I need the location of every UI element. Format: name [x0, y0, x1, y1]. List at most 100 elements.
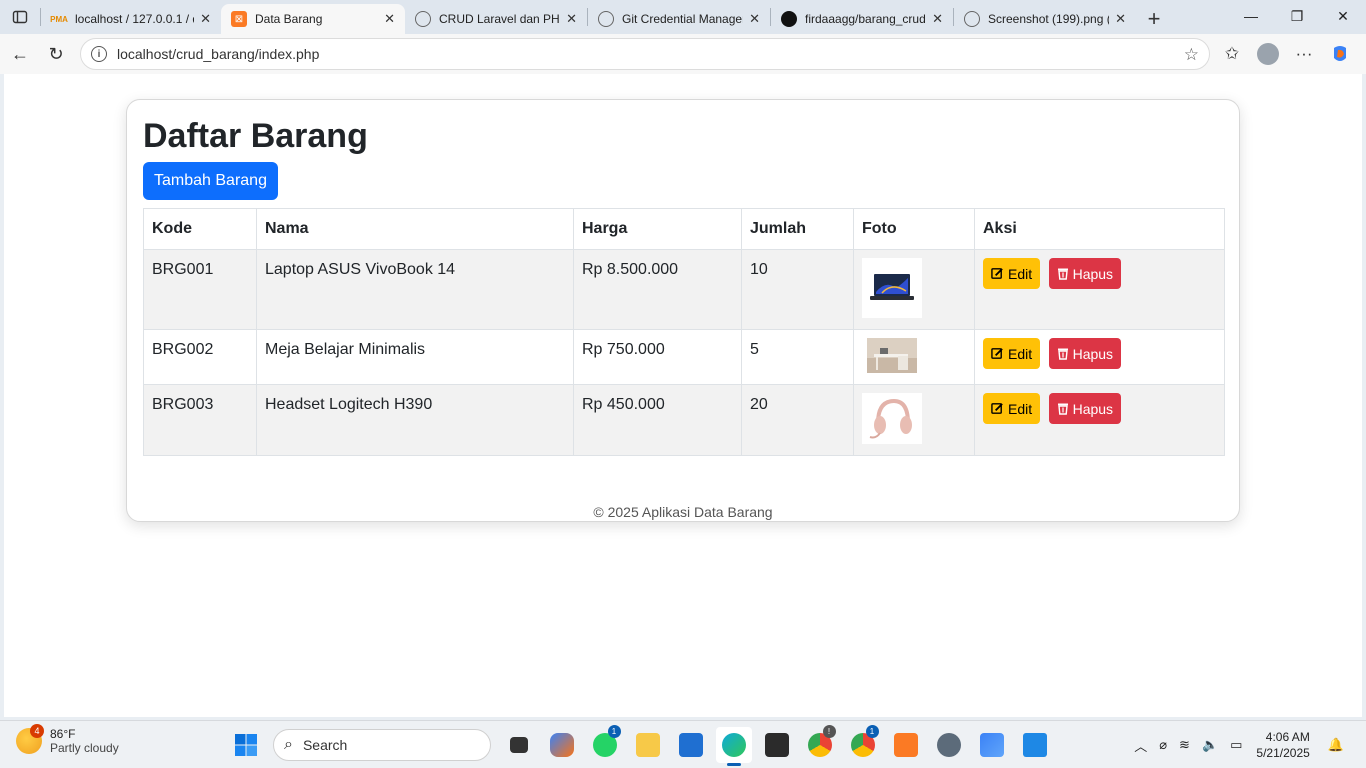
- clock-time: 4:06 AM: [1265, 730, 1310, 744]
- column-header-kode: Kode: [143, 208, 257, 250]
- volume-icon[interactable]: 🔈: [1202, 737, 1218, 753]
- content-card: Daftar Barang Tambah Barang Kode Nama Ha…: [126, 99, 1240, 522]
- globe-icon: [415, 11, 431, 27]
- delete-button[interactable]: Hapus: [1048, 338, 1122, 369]
- cell-harga: Rp 750.000: [573, 329, 742, 385]
- close-window-icon[interactable]: ✕: [1320, 0, 1366, 32]
- cell-nama: Meja Belajar Minimalis: [256, 329, 574, 385]
- tab-data-barang[interactable]: ⊠ Data Barang ✕: [221, 4, 405, 34]
- vscode-icon[interactable]: [1017, 727, 1053, 763]
- tab-actions-icon[interactable]: [0, 0, 40, 34]
- tab-title: CRUD Laravel dan PHP: [439, 12, 561, 26]
- github-icon: [781, 11, 797, 27]
- cell-harga: Rp 450.000: [573, 384, 742, 456]
- tab-github[interactable]: firdaaagg/barang_crud ✕: [771, 4, 953, 34]
- copilot-app-icon[interactable]: [544, 727, 580, 763]
- toolbar-right: ✩ ···: [1214, 38, 1358, 70]
- chrome-icon[interactable]: !: [802, 725, 838, 763]
- close-icon[interactable]: ✕: [200, 11, 211, 27]
- cell-jumlah: 5: [741, 329, 854, 385]
- close-icon[interactable]: ✕: [932, 11, 943, 27]
- cell-foto: [853, 329, 975, 385]
- microsoft-store-icon[interactable]: [673, 727, 709, 763]
- back-icon[interactable]: ←: [2, 36, 38, 72]
- profile-avatar[interactable]: [1257, 43, 1279, 65]
- close-icon[interactable]: ✕: [384, 11, 395, 27]
- edit-button[interactable]: Edit: [983, 258, 1041, 289]
- globe-icon: [964, 11, 980, 27]
- trash-icon: [1057, 268, 1068, 280]
- copilot-icon[interactable]: [1322, 44, 1358, 64]
- new-tab-button[interactable]: +: [1136, 4, 1172, 34]
- photos-icon[interactable]: [974, 727, 1010, 763]
- delete-label: Hapus: [1072, 265, 1114, 282]
- system-tray: ︿ ⌀ ≋ 🔈 ▭ 4:06 AM 5/21/2025 🔔: [1128, 727, 1350, 763]
- task-view-icon[interactable]: [501, 727, 537, 763]
- settings-icon[interactable]: [931, 727, 967, 763]
- close-icon[interactable]: ✕: [566, 11, 577, 27]
- network-off-icon[interactable]: ⌀: [1159, 737, 1167, 753]
- close-icon[interactable]: ✕: [749, 11, 760, 27]
- edit-button[interactable]: Edit: [983, 393, 1041, 424]
- web-page: Daftar Barang Tambah Barang Kode Nama Ha…: [4, 74, 1362, 717]
- column-header-aksi: Aksi: [974, 208, 1225, 250]
- edge-browser-icon[interactable]: [715, 727, 752, 766]
- minimize-icon[interactable]: —: [1228, 0, 1274, 32]
- edit-icon: [991, 348, 1003, 359]
- column-header-harga: Harga: [573, 208, 742, 250]
- search-placeholder: Search: [302, 737, 348, 753]
- delete-label: Hapus: [1072, 400, 1114, 417]
- wifi-icon[interactable]: ≋: [1179, 737, 1190, 753]
- taskbar-search-input[interactable]: ⌕ Search: [273, 729, 491, 761]
- edit-label: Edit: [1008, 345, 1033, 362]
- chrome-badge: !: [822, 725, 836, 738]
- close-icon[interactable]: ✕: [1115, 11, 1126, 27]
- desk-photo: [862, 338, 922, 373]
- whatsapp-icon[interactable]: 1: [587, 725, 623, 763]
- delete-button[interactable]: Hapus: [1048, 258, 1122, 289]
- tab-title: Git Credential Manager: [622, 12, 744, 26]
- column-header-jumlah: Jumlah: [741, 208, 854, 250]
- start-icon[interactable]: [228, 727, 264, 763]
- edit-button[interactable]: Edit: [983, 338, 1041, 369]
- favorites-icon[interactable]: ✩: [1214, 44, 1250, 64]
- page-title: Daftar Barang: [143, 117, 368, 155]
- terminal-icon[interactable]: [759, 727, 795, 763]
- weather-widget[interactable]: 4 86°F Partly cloudy: [16, 724, 119, 755]
- edit-icon: [991, 268, 1003, 279]
- chrome-profile-badge: 1: [865, 725, 879, 738]
- chevron-up-icon[interactable]: ︿: [1134, 736, 1147, 755]
- cell-aksi: Edit Hapus: [974, 329, 1225, 385]
- file-explorer-icon[interactable]: [630, 727, 666, 763]
- refresh-icon[interactable]: ↻: [38, 36, 74, 72]
- xampp-app-icon[interactable]: [888, 727, 924, 763]
- address-bar[interactable]: i localhost/crud_barang/index.php ☆: [80, 38, 1210, 70]
- cell-aksi: Edit Hapus: [974, 249, 1225, 330]
- cell-kode: BRG003: [143, 384, 257, 456]
- xampp-icon: ⊠: [231, 11, 247, 27]
- tab-title: Data Barang: [255, 12, 323, 26]
- tab-phpmyadmin[interactable]: PMA localhost / 127.0.0.1 / d ✕: [41, 4, 221, 34]
- clock[interactable]: 4:06 AM 5/21/2025: [1256, 729, 1309, 761]
- cell-harga: Rp 8.500.000: [573, 249, 742, 330]
- site-info-icon[interactable]: i: [91, 46, 107, 62]
- cell-kode: BRG002: [143, 329, 257, 385]
- tab-screenshot[interactable]: Screenshot (199).png ( ✕: [954, 4, 1136, 34]
- restore-icon[interactable]: ❐: [1274, 0, 1320, 32]
- favorite-star-icon[interactable]: ☆: [1184, 45, 1199, 65]
- notification-bell-icon[interactable]: 🔔: [1328, 737, 1344, 753]
- tab-title: localhost / 127.0.0.1 / d: [75, 12, 195, 26]
- table-header-row: Kode Nama Harga Jumlah Foto Aksi: [143, 208, 1225, 250]
- chrome-profile-icon[interactable]: 1: [845, 725, 881, 763]
- delete-button[interactable]: Hapus: [1048, 393, 1122, 424]
- tab-crud-laravel[interactable]: CRUD Laravel dan PHP ✕: [405, 4, 587, 34]
- trash-icon: [1057, 348, 1068, 360]
- weather-desc: Partly cloudy: [50, 741, 119, 755]
- tab-title: firdaaagg/barang_crud: [805, 12, 926, 26]
- more-menu-icon[interactable]: ···: [1286, 44, 1322, 64]
- tab-git-credential[interactable]: Git Credential Manager ✕: [588, 4, 770, 34]
- add-item-button[interactable]: Tambah Barang: [143, 162, 278, 200]
- edit-icon: [991, 403, 1003, 414]
- battery-icon[interactable]: ▭: [1230, 737, 1242, 753]
- table-row: BRG003 Headset Logitech H390 Rp 450.000 …: [143, 384, 1225, 456]
